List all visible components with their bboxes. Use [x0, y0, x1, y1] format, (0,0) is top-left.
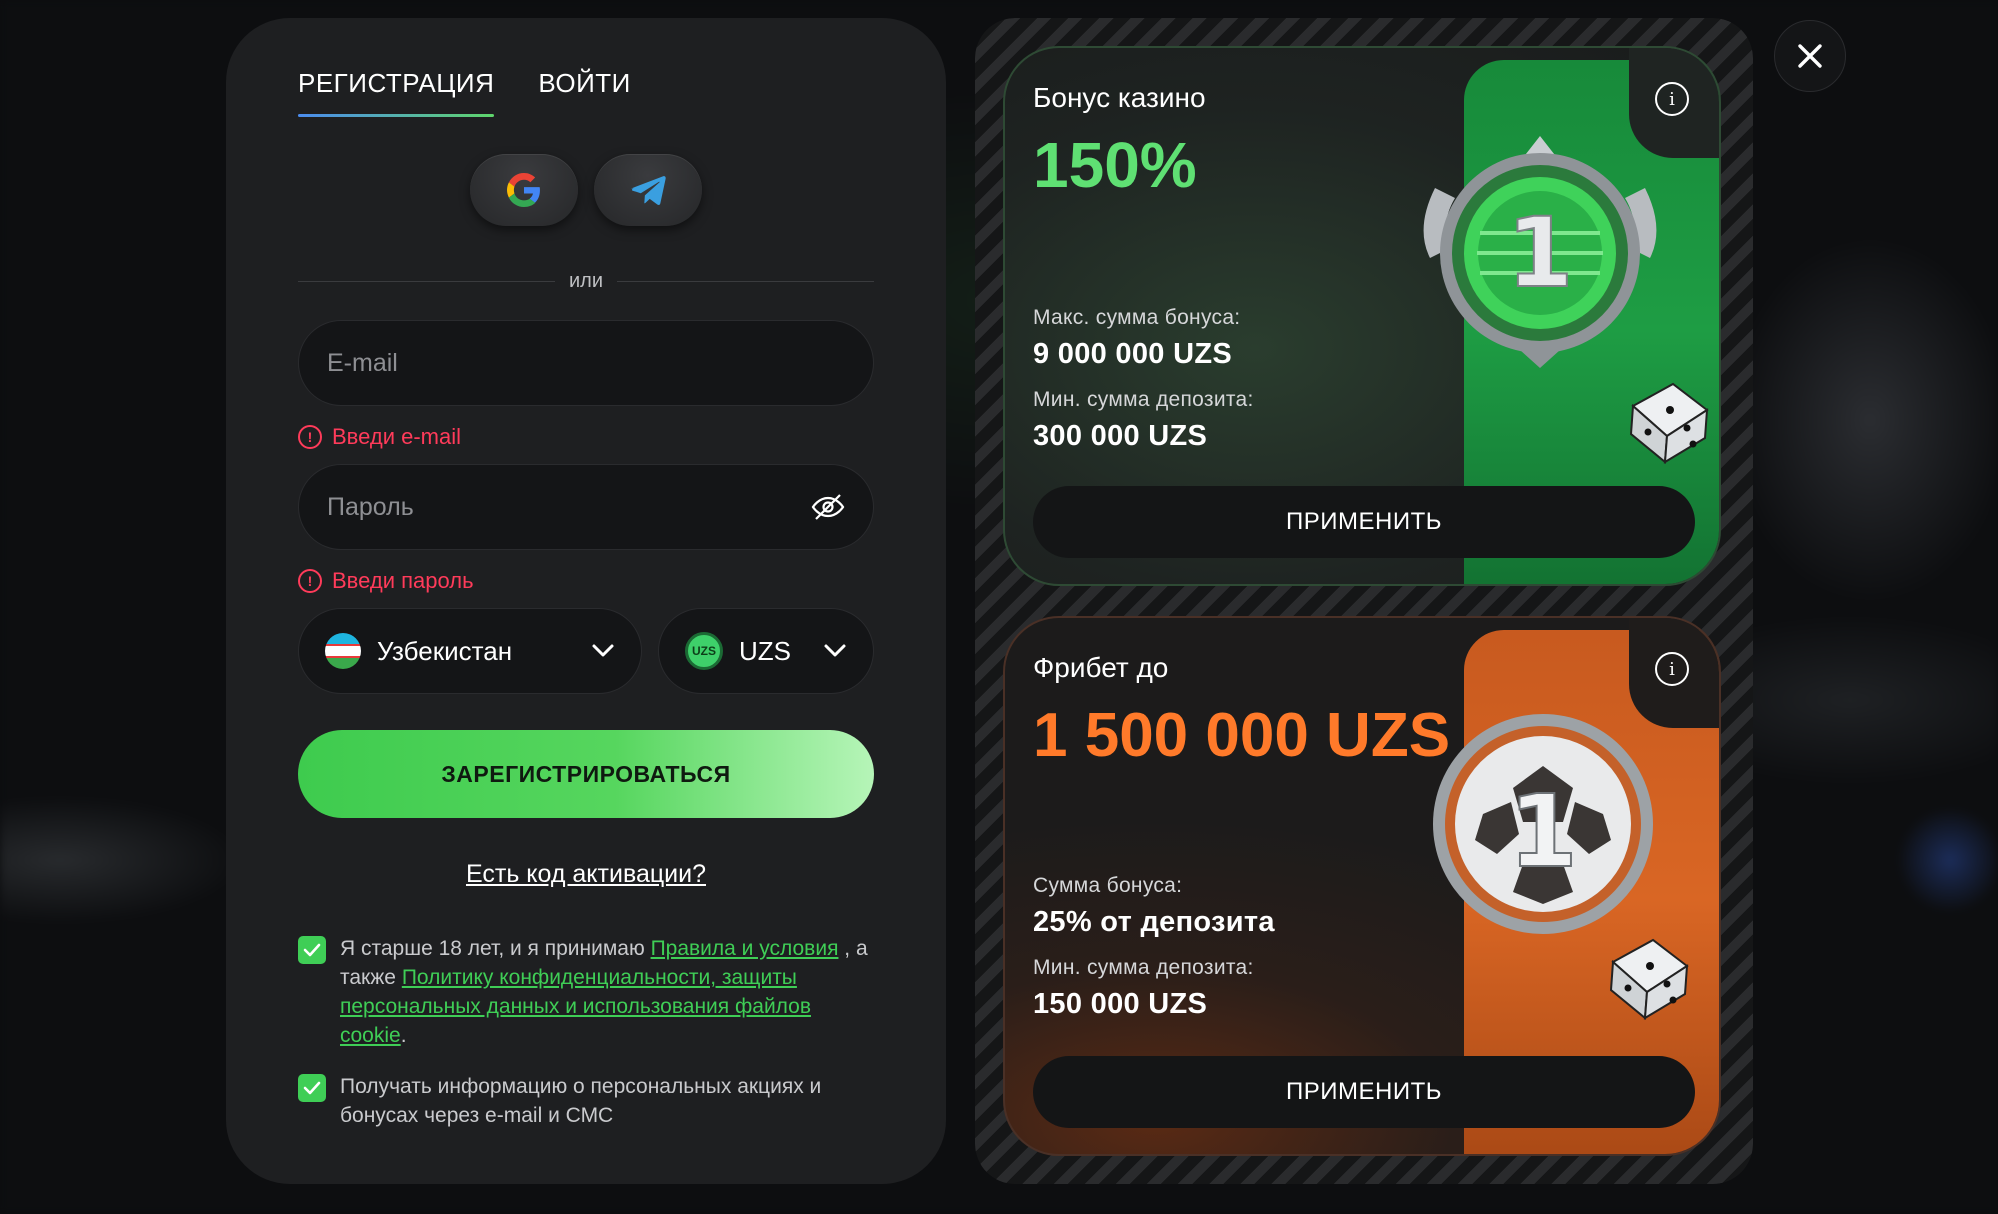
close-button[interactable]: [1774, 20, 1846, 92]
social-login: [226, 154, 946, 226]
card-value: 300 000 UZS: [1033, 420, 1208, 452]
age-consent-checkbox[interactable]: [298, 936, 326, 964]
check-icon: [303, 943, 321, 957]
freebet-card[interactable]: i 1 Фрибет до 1 500 000 UZS Сумма бонуса…: [1003, 616, 1721, 1156]
card-title: Бонус казино: [1033, 82, 1206, 113]
password-field[interactable]: [298, 464, 874, 550]
dice-icon: [1609, 938, 1689, 1020]
or-divider: или: [298, 270, 875, 293]
uzs-currency-icon: UZS: [685, 632, 723, 670]
telegram-icon: [630, 176, 666, 206]
error-icon: !: [298, 425, 322, 449]
card-amount: 1 500 000 UZS: [1033, 701, 1451, 770]
chevron-down-icon: [824, 644, 846, 657]
email-field[interactable]: [298, 320, 874, 406]
green-medal-icon: 1: [1423, 136, 1657, 368]
age-consent-row: Я старше 18 лет, и я принимаю Правила и …: [298, 934, 878, 1050]
password-input[interactable]: [327, 492, 811, 522]
info-icon[interactable]: i: [1655, 652, 1689, 686]
card-amount: 150%: [1033, 129, 1197, 201]
promo-consent-text: Получать информацию о персональных акция…: [340, 1075, 822, 1127]
card-label: Сумма бонуса:: [1033, 874, 1183, 897]
registration-panel: РЕГИСТРАЦИЯ ВОЙТИ или ! Введи e-mail: [226, 18, 946, 1184]
country-value: Узбекистан: [377, 635, 513, 666]
email-error: ! Введи e-mail: [298, 424, 461, 450]
telegram-login-button[interactable]: [594, 154, 702, 226]
currency-value: UZS: [739, 635, 791, 666]
info-icon[interactable]: i: [1655, 82, 1689, 116]
card-value: 25% от депозита: [1033, 906, 1275, 938]
card-label: Мин. сумма депозита:: [1033, 956, 1254, 979]
chevron-down-icon: [592, 644, 614, 657]
check-icon: [303, 1081, 321, 1095]
apply-casino-bonus-button[interactable]: ПРИМЕНИТЬ: [1033, 486, 1695, 558]
bonus-cards-panel: i 1 Бонус казино 150% Макс. сумма бонуса…: [975, 18, 1753, 1184]
dice-icon: [1629, 382, 1709, 464]
close-icon: [1798, 44, 1822, 68]
auth-tabs: РЕГИСТРАЦИЯ ВОЙТИ: [298, 68, 631, 117]
password-error-text: Введи пароль: [332, 568, 474, 593]
email-error-text: Введи e-mail: [332, 424, 462, 449]
bronze-medal-icon: 1: [1433, 714, 1653, 934]
promo-consent-checkbox[interactable]: [298, 1074, 326, 1102]
error-icon: !: [298, 569, 322, 593]
password-error: ! Введи пароль: [298, 568, 474, 594]
rules-link[interactable]: Правила и условия: [651, 937, 839, 960]
google-login-button[interactable]: [470, 154, 578, 226]
currency-select[interactable]: UZS UZS: [658, 608, 874, 694]
card-title: Фрибет до: [1033, 652, 1169, 683]
card-label: Макс. сумма бонуса:: [1033, 306, 1241, 329]
card-value: 9 000 000 UZS: [1033, 338, 1232, 370]
tab-login[interactable]: ВОЙТИ: [538, 68, 630, 117]
svg-text:1: 1: [1508, 773, 1578, 890]
apply-freebet-button[interactable]: ПРИМЕНИТЬ: [1033, 1056, 1695, 1128]
tab-register[interactable]: РЕГИСТРАЦИЯ: [298, 68, 495, 117]
country-select[interactable]: Узбекистан: [298, 608, 642, 694]
eye-off-icon[interactable]: [811, 492, 845, 522]
privacy-policy-link[interactable]: Политику конфиденциальности, защиты перс…: [340, 966, 811, 1047]
activation-code-link[interactable]: Есть код активации?: [226, 860, 946, 889]
svg-text:1: 1: [1507, 197, 1574, 309]
card-value: 150 000 UZS: [1033, 988, 1208, 1020]
age-consent-text: Я старше 18 лет, и я принимаю Правила и …: [340, 937, 868, 1047]
register-button[interactable]: ЗАРЕГИСТРИРОВАТЬСЯ: [298, 730, 874, 818]
google-icon: [507, 173, 540, 207]
card-label: Мин. сумма депозита:: [1033, 388, 1254, 411]
promo-consent-row: Получать информацию о персональных акция…: [298, 1072, 878, 1130]
casino-bonus-card[interactable]: i 1 Бонус казино 150% Макс. сумма бонуса…: [1003, 46, 1721, 586]
uzbekistan-flag-icon: [325, 633, 361, 669]
divider-text: или: [569, 270, 604, 292]
email-input[interactable]: [327, 348, 845, 378]
